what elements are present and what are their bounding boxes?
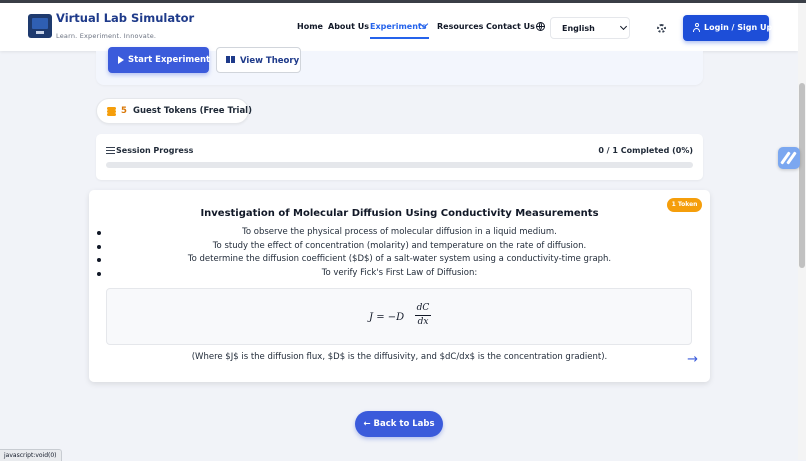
objective-text: To study the effect of concentration (mo… bbox=[212, 240, 587, 251]
play-icon bbox=[118, 56, 124, 64]
start-experiment-label: Start Experiment bbox=[128, 55, 211, 65]
status-bar-url: javascript:void(0) bbox=[0, 449, 62, 461]
progress-bar bbox=[106, 162, 693, 168]
equation-footnote: (Where $J$ is the diffusion flux, $D$ is… bbox=[191, 352, 608, 362]
arrow-right-icon[interactable]: → bbox=[687, 353, 698, 366]
equation-numerator: dC bbox=[416, 303, 430, 313]
list-item: To verify Fick's First Law of Diffusion: bbox=[89, 268, 710, 282]
start-experiment-button[interactable]: Start Experiment bbox=[108, 47, 211, 73]
equation-lhs: J = −D bbox=[369, 312, 405, 323]
view-theory-button[interactable]: View Theory bbox=[216, 47, 301, 73]
login-signup-button[interactable]: Login / Sign Up bbox=[683, 15, 773, 41]
back-to-labs-label: ← Back to Labs bbox=[363, 419, 435, 429]
book-icon bbox=[226, 56, 236, 63]
bullet-icon bbox=[97, 258, 101, 262]
equation-denominator: dx bbox=[417, 316, 429, 327]
objective-text: To verify Fick's First Law of Diffusion: bbox=[321, 267, 478, 278]
bullet-icon bbox=[97, 244, 101, 249]
nav-resources[interactable]: Resources bbox=[437, 22, 483, 31]
nav-experiments[interactable]: Experiments bbox=[370, 22, 427, 31]
equation-box: J = −D dC dx bbox=[106, 288, 692, 345]
bullet-icon bbox=[97, 271, 101, 276]
nav-active-underline bbox=[370, 37, 429, 39]
back-to-labs-button[interactable]: ← Back to Labs bbox=[355, 411, 443, 437]
brand-tagline: Learn. Experiment. Innovate. bbox=[56, 32, 157, 40]
objectives-list: To observe the physical process of molec… bbox=[89, 227, 710, 281]
list-item: To observe the physical process of molec… bbox=[89, 227, 710, 241]
bullet-icon bbox=[97, 231, 101, 235]
nav-contact-us[interactable]: Contact Us bbox=[486, 22, 535, 31]
brand-title[interactable]: Virtual Lab Simulator bbox=[56, 11, 194, 25]
fraction-bar bbox=[415, 315, 431, 316]
language-value: English bbox=[562, 24, 595, 33]
experiment-title: Investigation of Molecular Diffusion Usi… bbox=[200, 208, 599, 219]
list-item: To determine the diffusion coefficient (… bbox=[89, 254, 710, 268]
coins-icon bbox=[107, 107, 116, 116]
experiment-card: 1 Token Investigation of Molecular Diffu… bbox=[89, 190, 710, 382]
token-label: Guest Tokens (Free Trial) bbox=[133, 106, 252, 116]
list-item: To study the effect of concentration (mo… bbox=[89, 241, 710, 255]
scrollbar-thumb[interactable] bbox=[799, 83, 805, 268]
session-progress-card: Session Progress 0 / 1 Completed (0%) bbox=[96, 134, 703, 180]
nav-about-us[interactable]: About Us bbox=[328, 22, 369, 31]
chevron-down-icon bbox=[619, 22, 628, 31]
navbar: Virtual Lab Simulator Learn. Experiment.… bbox=[0, 3, 798, 51]
objective-text: To determine the diffusion coefficient (… bbox=[187, 254, 612, 264]
view-theory-label: View Theory bbox=[240, 56, 300, 66]
list-icon bbox=[106, 147, 115, 155]
widget-icon[interactable] bbox=[778, 147, 800, 169]
user-icon bbox=[693, 23, 700, 32]
objective-text: To observe the physical process of molec… bbox=[242, 227, 557, 237]
progress-label: Session Progress bbox=[116, 146, 194, 155]
monitor-logo-icon[interactable] bbox=[28, 14, 52, 38]
gear-icon[interactable] bbox=[657, 24, 666, 33]
nav-home[interactable]: Home bbox=[297, 22, 323, 31]
token-count: 5 bbox=[121, 106, 127, 116]
login-label: Login / Sign Up bbox=[704, 23, 773, 32]
globe-icon bbox=[536, 22, 545, 31]
scrollbar[interactable] bbox=[798, 3, 806, 460]
language-select[interactable]: English bbox=[550, 17, 630, 39]
equation-fraction: dC dx bbox=[415, 303, 431, 328]
progress-value: 0 / 1 Completed (0%) bbox=[598, 146, 693, 155]
guest-tokens-pill: 5 Guest Tokens (Free Trial) bbox=[96, 98, 252, 124]
